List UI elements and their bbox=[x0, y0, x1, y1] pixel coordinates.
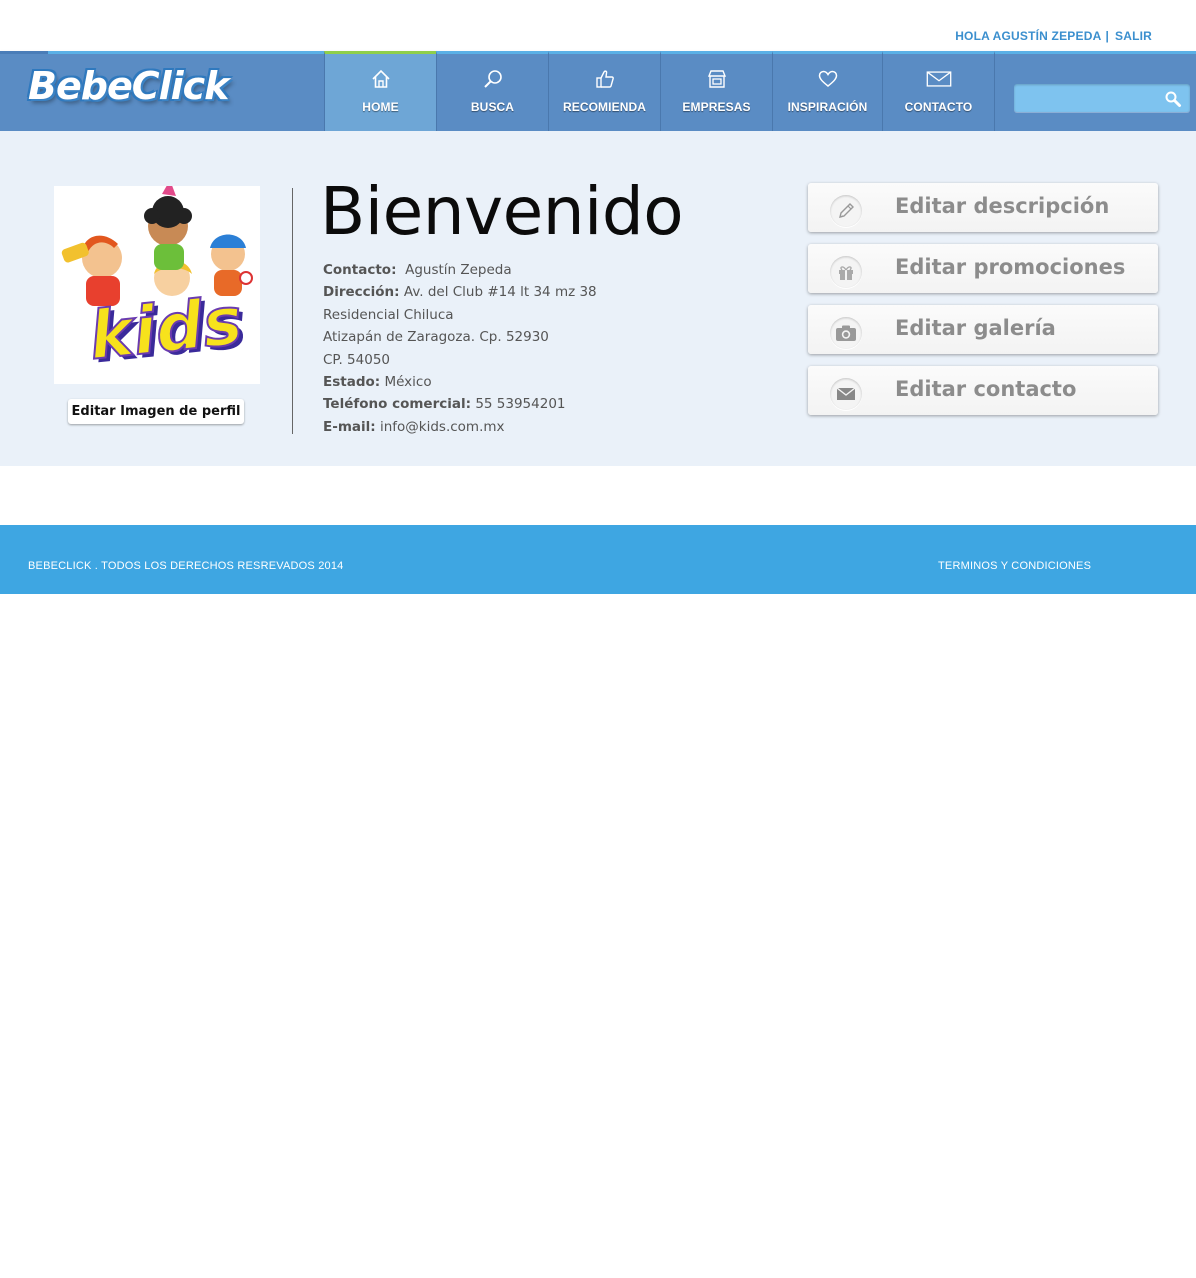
profile-image: kids kids bbox=[54, 186, 260, 384]
nav-label-empresas: EMPRESAS bbox=[682, 100, 751, 114]
heart-icon bbox=[815, 66, 841, 92]
search-input[interactable] bbox=[1014, 84, 1160, 112]
terms-link[interactable]: TERMINOS Y CONDICIONES bbox=[938, 560, 1091, 572]
address-line2: Residencial Chiluca bbox=[323, 306, 454, 323]
user-greeting-area: HOLA AGUSTÍN ZEPEDA | SALIR bbox=[955, 29, 1152, 43]
contact-info: Contacto: Agustín Zepeda Dirección: Av. … bbox=[323, 259, 597, 438]
edit-description-label: Editar descripción bbox=[895, 194, 1110, 218]
logout-link[interactable]: SALIR bbox=[1115, 29, 1152, 43]
home-icon bbox=[368, 66, 394, 92]
store-icon bbox=[704, 66, 730, 92]
profile-section: kids kids Editar Imagen de perfil Bienve… bbox=[0, 131, 1196, 466]
nav-item-empresas[interactable]: EMPRESAS bbox=[660, 51, 772, 131]
info-email: E-mail: info@kids.com.mx bbox=[323, 416, 597, 438]
user-bar: HOLA AGUSTÍN ZEPEDA | SALIR bbox=[0, 0, 1196, 52]
vertical-divider bbox=[292, 188, 293, 434]
nav-item-recomienda[interactable]: RECOMIENDA bbox=[548, 51, 660, 131]
nav-topline bbox=[0, 51, 48, 54]
nav-label-busca: BUSCA bbox=[470, 100, 515, 114]
edit-promotions-button[interactable]: Editar promociones bbox=[808, 244, 1158, 293]
email-value[interactable]: info@kids.com.mx bbox=[380, 419, 505, 435]
gift-icon bbox=[830, 256, 862, 288]
nav-item-busca[interactable]: BUSCA bbox=[436, 51, 548, 131]
edit-profile-image-button[interactable]: Editar Imagen de perfil bbox=[68, 399, 244, 424]
svg-text:kids: kids bbox=[86, 282, 246, 375]
edit-description-button[interactable]: Editar descripción bbox=[808, 183, 1158, 232]
nav-label-home: HOME bbox=[362, 100, 399, 114]
nav-menu: HOME BUSCA RECOMIENDA EMPRESAS INSPIRACI… bbox=[324, 51, 995, 131]
search-box bbox=[1014, 84, 1190, 112]
edit-contact-button[interactable]: Editar contacto bbox=[808, 366, 1158, 415]
copyright-text: BEBECLICK . TODOS LOS DERECHOS RESREVADO… bbox=[28, 560, 344, 572]
nav-label-contacto: CONTACTO bbox=[904, 100, 973, 114]
info-contact: Contacto: Agustín Zepeda bbox=[323, 259, 597, 281]
search-icon bbox=[1165, 91, 1181, 107]
phone-label: Teléfono comercial: bbox=[323, 396, 472, 413]
address-line1: Av. del Club #14 lt 34 mz 38 bbox=[403, 284, 597, 301]
address-line4: CP. 54050 bbox=[323, 351, 390, 368]
info-state: Estado: México bbox=[323, 371, 597, 393]
search-icon bbox=[480, 66, 506, 92]
nav-item-inspiracion[interactable]: INSPIRACIÓN bbox=[772, 51, 882, 131]
phone-value: 55 53954201 bbox=[475, 396, 566, 413]
thumbs-up-icon bbox=[592, 66, 618, 92]
camera-icon bbox=[830, 317, 862, 349]
edit-gallery-button[interactable]: Editar galería bbox=[808, 305, 1158, 354]
edit-actions: Editar descripción Editar promociones Ed… bbox=[808, 183, 1158, 427]
search-button[interactable] bbox=[1164, 90, 1182, 108]
footer: BEBECLICK . TODOS LOS DERECHOS RESREVADO… bbox=[0, 525, 1196, 594]
kids-logo-image: kids kids bbox=[61, 186, 253, 378]
pencil-icon bbox=[830, 195, 862, 227]
mail-icon bbox=[830, 378, 862, 410]
email-label: E-mail: bbox=[323, 418, 376, 435]
address-line3: Atizapán de Zaragoza. Cp. 52930 bbox=[323, 329, 549, 346]
info-address: Dirección: Av. del Club #14 lt 34 mz 38 bbox=[323, 281, 597, 303]
envelope-icon bbox=[926, 66, 952, 92]
main-navbar: BebeClick HOME BUSCA RECOMIENDA EMPRESAS bbox=[0, 51, 1196, 131]
edit-gallery-label: Editar galería bbox=[895, 316, 1056, 340]
bebeclick-logo[interactable]: BebeClick bbox=[28, 64, 229, 108]
state-label: Estado: bbox=[323, 374, 381, 391]
nav-item-contacto[interactable]: CONTACTO bbox=[882, 51, 995, 131]
nav-label-inspiracion: INSPIRACIÓN bbox=[787, 100, 868, 114]
nav-label-recomienda: RECOMIENDA bbox=[562, 100, 646, 114]
separator: | bbox=[1105, 29, 1109, 43]
info-phone: Teléfono comercial: 55 53954201 bbox=[323, 393, 597, 415]
edit-contact-label: Editar contacto bbox=[895, 377, 1077, 401]
nav-item-home[interactable]: HOME bbox=[324, 51, 436, 131]
contact-value: Agustín Zepeda bbox=[405, 262, 512, 278]
address-label: Dirección: bbox=[323, 284, 400, 301]
welcome-title: Bienvenido bbox=[320, 173, 684, 250]
user-greeting: HOLA AGUSTÍN ZEPEDA bbox=[955, 29, 1102, 43]
contact-label: Contacto: bbox=[323, 262, 397, 278]
state-value: México bbox=[384, 374, 432, 391]
edit-promotions-label: Editar promociones bbox=[895, 255, 1126, 279]
